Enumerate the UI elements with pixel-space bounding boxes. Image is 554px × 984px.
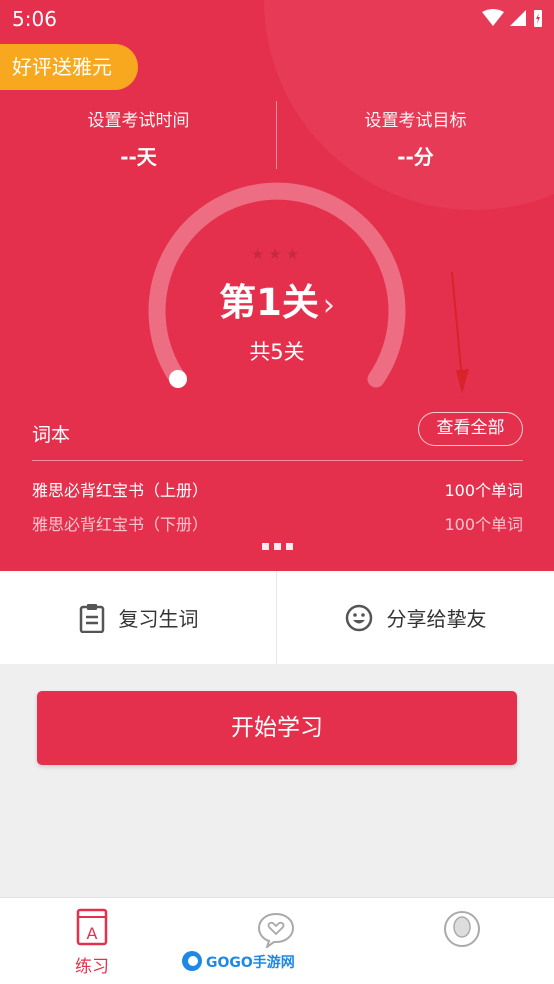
tab-practice-label: 练习 [75, 957, 109, 977]
wordbook-name: 雅思必背红宝书（上册） [32, 481, 209, 500]
signal-icon [510, 10, 526, 26]
chevron-right-icon: › [322, 288, 335, 323]
wordbook-name: 雅思必背红宝书（下册） [32, 515, 209, 534]
level-label: 第1关 [219, 281, 319, 324]
status-bar: 5:06 [0, 0, 554, 38]
divider [32, 460, 523, 461]
share-button[interactable]: 分享给挚友 [277, 571, 554, 664]
avatar-icon [444, 911, 480, 947]
share-label: 分享给挚友 [386, 607, 487, 631]
wifi-icon [482, 9, 504, 26]
tab-practice[interactable]: A 练习 [0, 898, 184, 984]
annotation-arrow-icon [451, 271, 469, 394]
watermark: GOGO手游网 [180, 946, 300, 976]
wordbook-item[interactable]: 雅思必背红宝书（上册） 100个单词 [32, 477, 523, 501]
exam-target-value: --分 [397, 145, 434, 169]
exam-time-value: --天 [120, 145, 157, 169]
progress-knob [169, 370, 187, 388]
clipboard-icon [79, 603, 104, 633]
review-words-button[interactable]: 复习生词 [0, 571, 277, 664]
exam-time-label: 设置考试时间 [87, 111, 190, 131]
exam-target-setting[interactable]: 设置考试目标 --分 [277, 106, 554, 170]
status-time: 5:06 [12, 7, 57, 31]
view-all-button[interactable]: 查看全部 [418, 412, 523, 446]
level-stars: ★★★ [250, 245, 304, 263]
heart-chat-icon [257, 912, 295, 948]
wordbook-count: 100个单词 [444, 515, 523, 534]
review-words-label: 复习生词 [118, 607, 199, 631]
more-dots [0, 543, 554, 550]
tab-bar: A 练习 GOGO手游网 [0, 897, 554, 984]
tab-profile[interactable] [370, 898, 554, 984]
wordbook-title: 词本 [32, 424, 71, 446]
header-panel: 5:06 好评送雅元 设置考试时间 --天 设置考试目标 --分 ★★★ 第1关… [0, 0, 554, 571]
svg-text:GOGO手游网: GOGO手游网 [206, 954, 295, 971]
wordbook-item[interactable]: 雅思必背红宝书（下册） 100个单词 [32, 511, 523, 535]
action-bar: 复习生词 分享给挚友 [0, 571, 554, 664]
promo-badge[interactable]: 好评送雅元 [0, 44, 138, 90]
wordbook-count: 100个单词 [444, 481, 523, 500]
exam-target-label: 设置考试目标 [364, 111, 467, 131]
exam-time-setting[interactable]: 设置考试时间 --天 [0, 106, 277, 170]
smile-icon [345, 604, 372, 631]
book-icon: A [76, 908, 108, 946]
status-icons [482, 9, 542, 27]
svg-text:A: A [87, 924, 98, 943]
start-learning-button[interactable]: 开始学习 [37, 691, 517, 765]
